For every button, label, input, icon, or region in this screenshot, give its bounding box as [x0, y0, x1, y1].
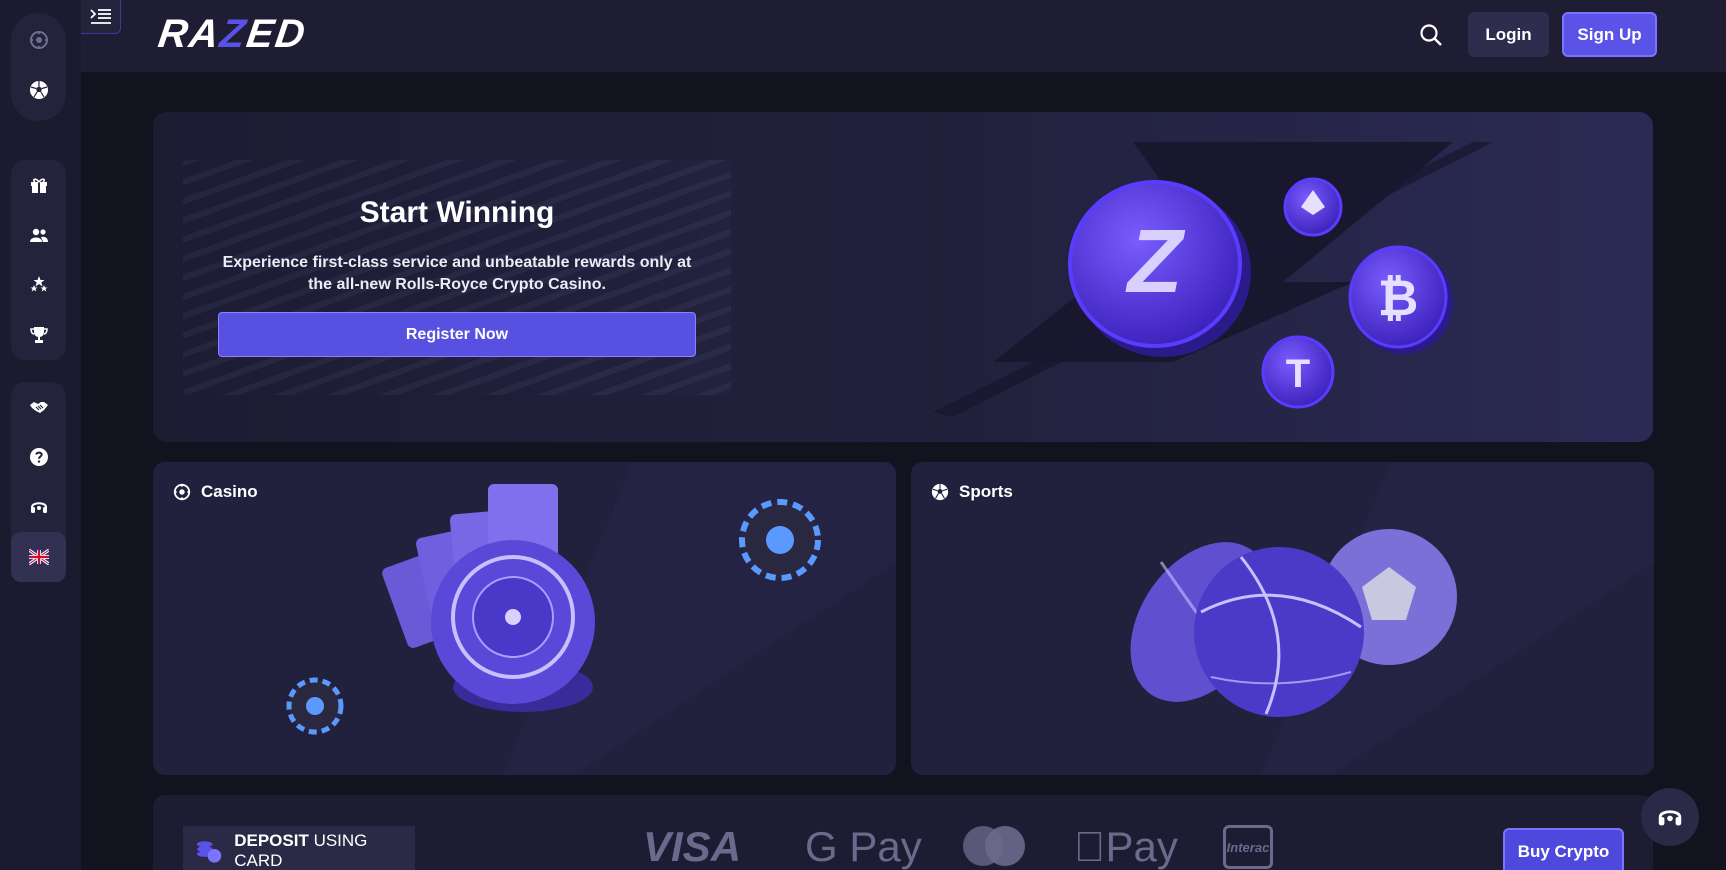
search-button[interactable]: [1414, 18, 1448, 52]
sidebar-item-affiliates[interactable]: [11, 210, 66, 260]
gift-icon: [30, 178, 47, 193]
login-button[interactable]: Login: [1468, 12, 1549, 57]
trophy-icon: [29, 327, 48, 343]
soccer-ball-icon: [931, 483, 949, 501]
casino-card-label: Casino: [201, 482, 258, 501]
handshake-icon: [29, 402, 48, 413]
top-header: RAZED Login Sign Up: [81, 0, 1726, 72]
sports-card-header: Sports: [931, 482, 1013, 502]
svg-text:₿: ₿: [1378, 270, 1419, 326]
sidebar-item-partners[interactable]: [11, 382, 66, 432]
users-icon: [29, 228, 48, 242]
sidebar-item-vip[interactable]: [11, 260, 66, 310]
visa-logo: VISA: [643, 823, 742, 870]
brand-logo[interactable]: RAZED: [156, 12, 310, 56]
help-icon: [29, 448, 48, 466]
sidebar-item-help[interactable]: [11, 432, 66, 482]
hero-description: Experience first-class service and unbea…: [222, 254, 692, 293]
sidebar-toggle-button[interactable]: [81, 0, 121, 34]
sidebar-secondary-nav: [11, 382, 66, 582]
sidebar-item-casino[interactable]: [11, 15, 66, 65]
interac-logo: Interac: [1223, 825, 1273, 869]
payment-methods-strip: DEPOSIT USING CARD VISA G Pay Pay Inter…: [153, 795, 1653, 870]
svg-text:Z: Z: [1125, 212, 1186, 312]
casino-category-card[interactable]: Casino: [153, 462, 896, 775]
crypto-coins-illustration: Z ₿ T: [933, 142, 1493, 417]
soccer-ball-icon: [29, 81, 48, 99]
google-pay-logo: G Pay: [805, 823, 922, 870]
hero-banner: Start Winning Experience first-class ser…: [153, 112, 1653, 442]
casino-roulette-illustration: [286, 462, 896, 775]
hero-title: Start Winning: [359, 196, 555, 229]
sidebar-item-sports[interactable]: [11, 65, 66, 115]
sports-balls-illustration: [1130, 462, 1654, 775]
deposit-card-badge[interactable]: DEPOSIT USING CARD: [183, 826, 415, 870]
sports-card-label: Sports: [959, 482, 1013, 501]
menu-collapse-icon: [89, 8, 111, 24]
mastercard-logo: [961, 825, 1027, 870]
sidebar-item-tournaments[interactable]: [11, 310, 66, 360]
coins-icon: [196, 841, 222, 863]
sports-category-card[interactable]: Sports: [911, 462, 1654, 775]
search-icon: [1420, 24, 1442, 46]
buy-crypto-button[interactable]: Buy Crypto: [1503, 828, 1624, 870]
sidebar-main-nav: [11, 160, 66, 360]
left-sidebar: [0, 0, 81, 870]
sidebar-item-promotions[interactable]: [11, 160, 66, 210]
support-headset-icon: [30, 502, 47, 513]
casino-card-header: Casino: [173, 482, 258, 502]
apple-icon: : [1074, 823, 1106, 870]
casino-chip-icon: [29, 31, 48, 49]
sidebar-item-live-support[interactable]: [11, 482, 66, 532]
deposit-label-bold: DEPOSIT: [234, 831, 309, 850]
stars-icon: [30, 276, 47, 292]
svg-text:T: T: [1286, 352, 1310, 396]
casino-chip-icon: [173, 483, 191, 501]
live-chat-button[interactable]: [1641, 788, 1699, 846]
register-now-button[interactable]: Register Now: [218, 312, 696, 357]
hero-promo-card: Start Winning Experience first-class ser…: [183, 160, 731, 395]
sidebar-mode-switch: [11, 13, 66, 121]
support-headset-icon: [1658, 810, 1682, 826]
uk-flag-icon: [28, 548, 49, 566]
sidebar-item-language[interactable]: [11, 532, 66, 582]
apple-pay-logo: Pay: [1074, 823, 1178, 870]
signup-button[interactable]: Sign Up: [1562, 12, 1657, 57]
